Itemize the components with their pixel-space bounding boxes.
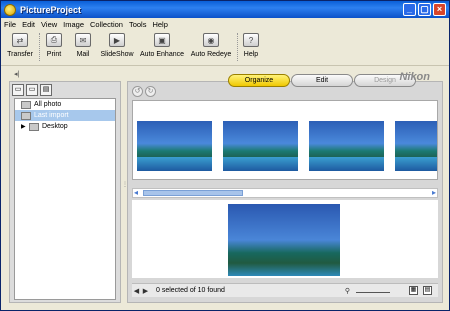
mail-icon: ✉ xyxy=(75,33,91,47)
menu-help[interactable]: Help xyxy=(152,20,167,29)
organize-view: Organize Edit Design Nikon ↺ ↻ ◂ ▸ ◀ ▶ 0… xyxy=(127,71,443,303)
menu-collection[interactable]: Collection xyxy=(90,20,123,29)
tree-item-all-photo[interactable]: All photo xyxy=(15,99,115,110)
tree-item-label: All photo xyxy=(34,101,62,108)
collection-panel: ▭ ▭ ▤ All photo Last import ▶ Desktop xyxy=(9,81,121,303)
status-text: 0 selected of 10 found xyxy=(156,287,225,294)
window-title: PictureProject xyxy=(20,4,82,15)
photo-preview xyxy=(228,204,340,276)
transfer-button[interactable]: ⇄ Transfer xyxy=(3,33,37,58)
window-controls: _ ▢ × xyxy=(403,3,446,16)
tree-item-label: Last import xyxy=(34,112,69,119)
menu-image[interactable]: Image xyxy=(63,20,84,29)
close-button[interactable]: × xyxy=(433,3,446,16)
redeye-icon: ◉ xyxy=(203,33,219,47)
tree-item-desktop[interactable]: ▶ Desktop xyxy=(15,121,115,132)
photo-icon xyxy=(21,100,31,109)
menu-file[interactable]: File xyxy=(4,20,16,29)
transfer-label: Transfer xyxy=(7,51,33,58)
next-icon[interactable]: ▶ xyxy=(141,287,150,295)
preview-area xyxy=(132,200,438,278)
photo-thumbnail[interactable] xyxy=(223,121,298,171)
prev-icon[interactable]: ◀ xyxy=(132,287,141,295)
dock-arrow-icon[interactable]: ◂| xyxy=(14,70,19,78)
mode-tabs: Organize Edit Design xyxy=(228,74,417,87)
photo-thumbnail[interactable] xyxy=(309,121,384,171)
help-icon: ? xyxy=(243,33,259,47)
collection-tree: All photo Last import ▶ Desktop xyxy=(14,98,116,300)
film-view-icon[interactable]: ▤ xyxy=(423,286,432,295)
main-window: PictureProject _ ▢ × File Edit View Imag… xyxy=(0,0,450,311)
tab-organize[interactable]: Organize xyxy=(228,74,290,87)
mail-label: Mail xyxy=(76,51,90,58)
minimize-button[interactable]: _ xyxy=(403,3,416,16)
new-folder-icon[interactable]: ▭ xyxy=(12,84,24,96)
thumbnail-strip xyxy=(132,100,438,180)
main-toolbar: ⇄ Transfer ⎙ Print ✉ Mail ▶ SlideShow ▣ … xyxy=(1,30,449,66)
scroll-left-icon[interactable]: ◂ xyxy=(134,188,138,197)
folder-icon xyxy=(29,122,39,131)
photo-thumbnail[interactable] xyxy=(137,121,212,171)
menu-edit[interactable]: Edit xyxy=(22,20,35,29)
menu-view[interactable]: View xyxy=(41,20,57,29)
help-button[interactable]: ? Help xyxy=(234,33,268,58)
slideshow-icon: ▶ xyxy=(109,33,125,47)
auto-enhance-button[interactable]: ▣ Auto Enhance xyxy=(140,33,184,58)
rotate-controls: ↺ ↻ xyxy=(132,86,156,97)
help-label: Help xyxy=(243,51,259,58)
maximize-button[interactable]: ▢ xyxy=(418,3,431,16)
scroll-thumb[interactable] xyxy=(143,190,243,196)
auto-redeye-button[interactable]: ◉ Auto Redeye xyxy=(190,33,232,58)
menu-tools[interactable]: Tools xyxy=(129,20,147,29)
transfer-icon: ⇄ xyxy=(12,33,28,47)
folder-icon xyxy=(21,111,31,120)
menu-bar: File Edit View Image Collection Tools He… xyxy=(1,18,449,30)
print-label: Print xyxy=(46,51,62,58)
grid-view-icon[interactable]: ▦ xyxy=(409,286,418,295)
expand-arrow-icon[interactable]: ▶ xyxy=(21,123,29,130)
auto-redeye-label: Auto Redeye xyxy=(190,51,232,58)
rotate-left-icon[interactable]: ↺ xyxy=(132,86,143,97)
tree-item-last-import[interactable]: Last import xyxy=(15,110,115,121)
title-bar: PictureProject _ ▢ × xyxy=(1,1,449,18)
slideshow-button[interactable]: ▶ SlideShow xyxy=(100,33,134,58)
print-icon: ⎙ xyxy=(46,33,62,47)
zoom-slider[interactable] xyxy=(356,287,390,293)
status-bar: ◀ ▶ 0 selected of 10 found ⚲ ▦ ▤ xyxy=(132,283,438,297)
app-icon xyxy=(4,3,16,16)
brand-logo: Nikon xyxy=(399,71,430,83)
auto-enhance-label: Auto Enhance xyxy=(140,51,184,58)
folder-icon[interactable]: ▭ xyxy=(26,84,38,96)
rotate-right-icon[interactable]: ↻ xyxy=(145,86,156,97)
photo-thumbnail[interactable] xyxy=(395,121,437,171)
properties-icon[interactable]: ▤ xyxy=(40,84,52,96)
thumbnail-scrollbar[interactable]: ◂ ▸ xyxy=(132,188,438,198)
mail-button[interactable]: ✉ Mail xyxy=(66,33,100,58)
tree-item-label: Desktop xyxy=(42,123,68,130)
scroll-right-icon[interactable]: ▸ xyxy=(432,188,436,197)
tab-edit[interactable]: Edit xyxy=(291,74,353,87)
panel-toolbar: ▭ ▭ ▤ xyxy=(10,82,120,98)
slideshow-label: SlideShow xyxy=(100,51,134,58)
zoom-icon[interactable]: ⚲ xyxy=(343,287,352,295)
auto-enhance-icon: ▣ xyxy=(154,33,170,47)
